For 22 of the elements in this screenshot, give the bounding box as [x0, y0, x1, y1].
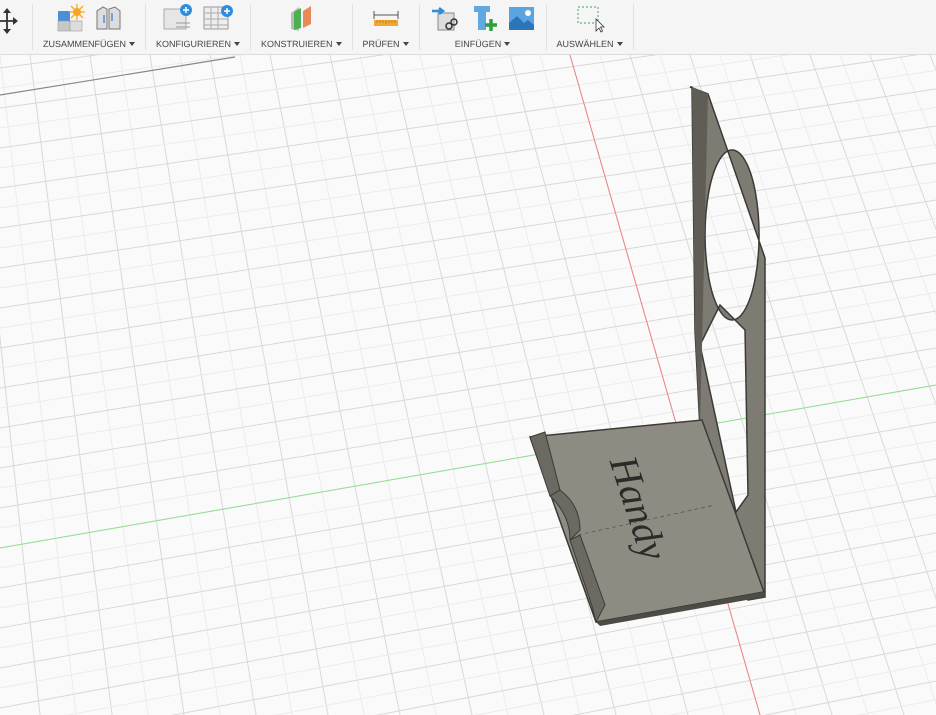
group-label: KONSTRUIEREN	[261, 38, 333, 50]
cube-spark-icon	[55, 3, 85, 33]
group-label: KONFIGURIEREN	[156, 38, 232, 50]
move-icon[interactable]	[0, 8, 18, 34]
engraved-text: Handy	[602, 451, 674, 565]
caret-icon	[504, 42, 510, 46]
toolbar-group[interactable]: EINFÜGEN	[420, 0, 546, 54]
group-label: ZUSAMMENFÜGEN	[43, 38, 126, 50]
toolbar-group[interactable]: AUSWÄHLEN	[546, 0, 633, 54]
group-label: EINFÜGEN	[454, 38, 502, 50]
group-label: PRÜFEN	[362, 38, 400, 50]
toolbar-group[interactable]: KONSTRUIEREN	[251, 0, 352, 54]
viewport[interactable]: Handy	[0, 55, 936, 715]
caret-icon	[234, 42, 240, 46]
caret-icon	[336, 42, 342, 46]
caret-icon	[402, 42, 409, 46]
toolbar-group[interactable]: KONFIGURIEREN	[146, 0, 250, 54]
toolbar-group[interactable]: PRÜFEN	[352, 0, 419, 54]
group-label: AUSWÄHLEN	[556, 38, 614, 50]
caret-icon	[616, 42, 623, 46]
toolbar-group[interactable]: ZUSAMMENFÜGEN	[33, 0, 145, 54]
caret-icon	[129, 42, 135, 46]
